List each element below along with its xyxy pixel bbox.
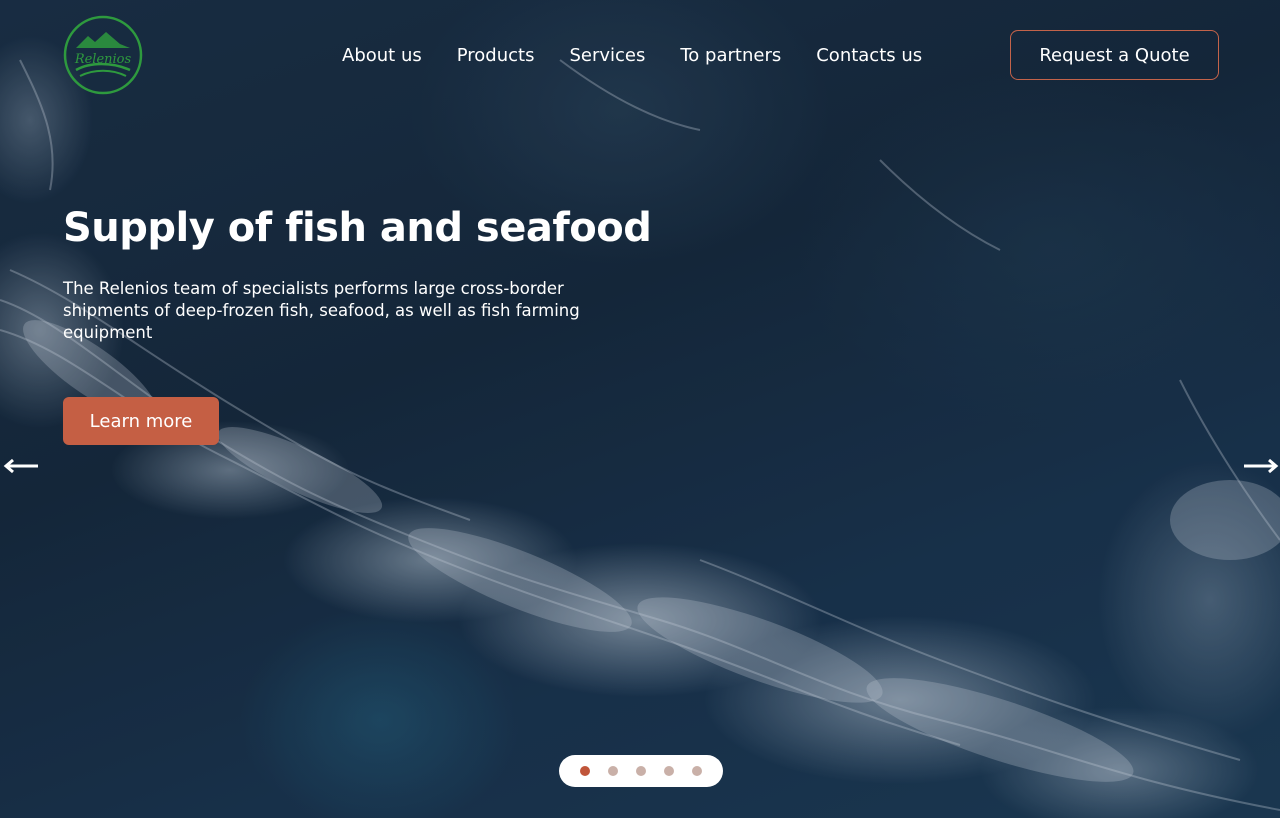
nav-contacts-us[interactable]: Contacts us (816, 42, 922, 70)
carousel-prev-button[interactable] (2, 458, 40, 474)
carousel-next-button[interactable] (1242, 458, 1280, 474)
carousel-dot[interactable] (692, 766, 702, 776)
learn-more-button[interactable]: Learn more (63, 397, 219, 445)
carousel-dot[interactable] (636, 766, 646, 776)
carousel-dot[interactable] (580, 766, 590, 776)
request-quote-button[interactable]: Request a Quote (1010, 30, 1219, 80)
logo-text: Relenios (74, 52, 132, 67)
nav-products[interactable]: Products (457, 42, 535, 70)
nav-to-partners[interactable]: To partners (680, 42, 781, 70)
carousel-dot[interactable] (664, 766, 674, 776)
main-nav: About us Products Services To partners C… (342, 42, 957, 70)
carousel-dot[interactable] (608, 766, 618, 776)
arrow-left-icon (3, 458, 38, 474)
arrow-right-icon (1244, 458, 1279, 474)
hero-title: Supply of fish and seafood (63, 205, 652, 251)
nav-services[interactable]: Services (569, 42, 645, 70)
hero-description: The Relenios team of specialists perform… (63, 279, 580, 342)
carousel-pagination (559, 755, 723, 787)
brand-logo[interactable]: Relenios (62, 14, 144, 96)
logo-emblem-icon: Relenios (63, 15, 143, 95)
nav-about-us[interactable]: About us (342, 42, 422, 70)
